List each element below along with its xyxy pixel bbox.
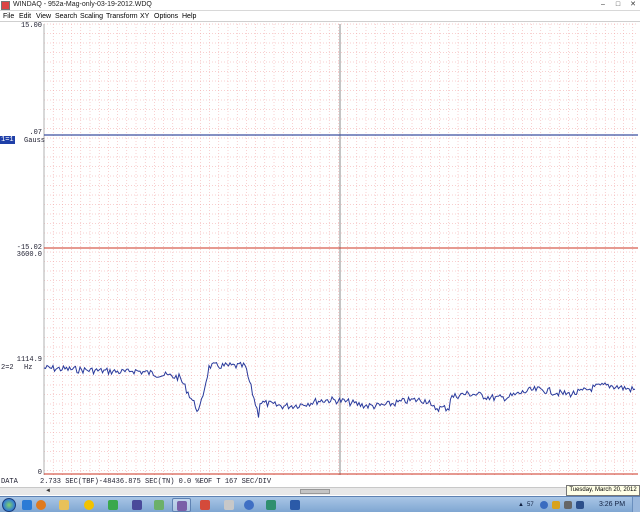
taskbar-media[interactable] [128, 498, 147, 512]
menu-options[interactable]: Options [154, 11, 178, 22]
menu-edit[interactable]: Edit [19, 11, 31, 22]
menu-search[interactable]: Search [55, 11, 77, 22]
taskbar-folder[interactable] [55, 498, 74, 512]
accessory-icon [224, 500, 234, 510]
waveform-canvas[interactable] [0, 23, 640, 477]
taskbar-word[interactable] [286, 498, 305, 512]
menu-xy[interactable]: XY [140, 11, 149, 22]
tray-number: 57 [527, 502, 534, 508]
messenger-icon [84, 500, 94, 510]
windaq-app-icon[interactable] [1, 1, 10, 10]
channel2-id-label[interactable]: 2=2 [1, 364, 14, 372]
tray-expand-icon[interactable]: ▲ [518, 498, 524, 512]
scroll-thumb[interactable] [300, 489, 330, 494]
firefox-icon [36, 500, 46, 510]
menu-help[interactable]: Help [182, 11, 196, 22]
tray-power-icon[interactable] [576, 501, 584, 509]
menu-file[interactable]: File [3, 11, 14, 22]
help-icon [244, 500, 254, 510]
show-desktop-button[interactable] [632, 497, 640, 512]
channel2-bottom-label: 0 [37, 469, 42, 477]
channel1-top-label: 15.00 [20, 22, 42, 30]
title-bar: WINDAQ - 952a-Mag-only-03-19-2012.WDQ – … [0, 0, 640, 11]
taskbar-explorer-active[interactable] [172, 498, 191, 512]
menu-transform[interactable]: Transform [106, 11, 138, 22]
games-icon [108, 500, 118, 510]
channel2-units: Hz [24, 364, 33, 372]
taskbar-help[interactable] [240, 498, 259, 512]
start-button[interactable] [2, 498, 16, 512]
maximize-icon[interactable]: □ [611, 0, 625, 10]
taskbar-firefox[interactable] [32, 498, 51, 512]
media-icon [132, 500, 142, 510]
taskbar: ▲ 57 3:26 PM [0, 496, 640, 512]
channel1-badge[interactable]: 1=1 [0, 136, 15, 144]
taskbar-messenger[interactable] [80, 498, 99, 512]
tray-network-icon[interactable] [540, 501, 548, 509]
channel2-value-label: 1114.9 [16, 356, 42, 364]
tray-volume-icon[interactable] [564, 501, 572, 509]
folder-icon [59, 500, 69, 510]
horizontal-scrollbar[interactable]: ◄ [0, 487, 566, 495]
menu-view[interactable]: View [36, 11, 51, 22]
waveform-display[interactable]: 15.00 .07 1=1 Gauss -15.02 3600.0 1114.9… [0, 22, 640, 477]
close-icon[interactable]: ✕ [626, 0, 640, 10]
window-controls: – □ ✕ [596, 0, 640, 10]
windaq-icon [154, 500, 164, 510]
taskbar-paint[interactable] [196, 498, 215, 512]
window-title: WINDAQ - 952a-Mag-only-03-19-2012.WDQ [13, 1, 152, 8]
taskbar-windaq[interactable] [150, 498, 169, 512]
taskbar-chart[interactable] [262, 498, 281, 512]
date-tooltip: Tuesday, March 20, 2012 [566, 485, 640, 496]
word-icon [290, 500, 300, 510]
chart-icon [266, 500, 276, 510]
status-readout: 2.733 SEC(TBF)-48436.875 SEC(TN) 0.0 %EO… [40, 478, 272, 486]
channel1-units: Gauss [24, 137, 46, 145]
scroll-left-icon[interactable]: ◄ [44, 488, 52, 495]
internet-explorer-icon [22, 500, 32, 510]
paint-icon [200, 500, 210, 510]
channel2-top-label: 3600.0 [16, 251, 42, 259]
menu-bar: File Edit View Search Scaling Transform … [0, 11, 640, 22]
status-mode: DATA [1, 478, 18, 486]
windows-explorer-icon [177, 501, 187, 511]
menu-scaling[interactable]: Scaling [80, 11, 103, 22]
taskbar-clock[interactable]: 3:26 PM [598, 498, 626, 512]
taskbar-accessory[interactable] [220, 498, 239, 512]
status-line: DATA 2.733 SEC(TBF)-48436.875 SEC(TN) 0.… [0, 478, 640, 487]
tray-security-icon[interactable] [552, 501, 560, 509]
minimize-icon[interactable]: – [596, 0, 610, 10]
taskbar-games[interactable] [104, 498, 123, 512]
